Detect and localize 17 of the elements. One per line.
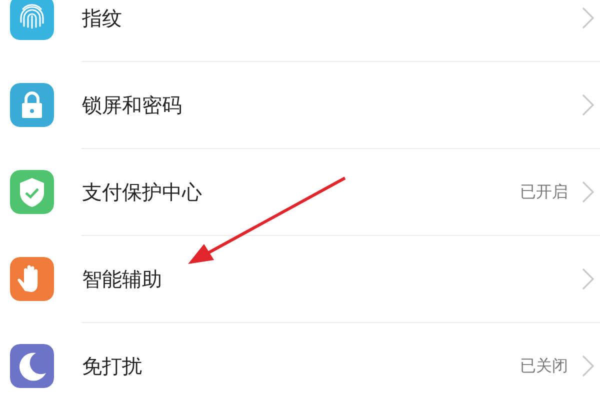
- chevron-right-icon[interactable]: [582, 7, 594, 29]
- status-text: 已关闭: [520, 356, 568, 376]
- setting-label: 智能辅助: [82, 266, 163, 292]
- hand-icon: [10, 257, 54, 301]
- setting-label: 锁屏和密码: [82, 92, 183, 118]
- setting-label: 指纹: [82, 4, 123, 32]
- fingerprint-icon: [10, 0, 54, 40]
- padlock-icon: [10, 83, 54, 127]
- setting-label: 免打扰: [82, 352, 143, 380]
- chevron-right-icon[interactable]: [582, 181, 594, 203]
- crescent-moon-icon: [10, 344, 54, 388]
- setting-label: 支付保护中心: [82, 178, 203, 206]
- status-text: 已开启: [520, 182, 568, 202]
- shield-icon: [10, 170, 54, 214]
- chevron-right-icon[interactable]: [582, 268, 594, 290]
- chevron-right-icon[interactable]: [582, 355, 594, 377]
- chevron-right-icon[interactable]: [582, 94, 594, 116]
